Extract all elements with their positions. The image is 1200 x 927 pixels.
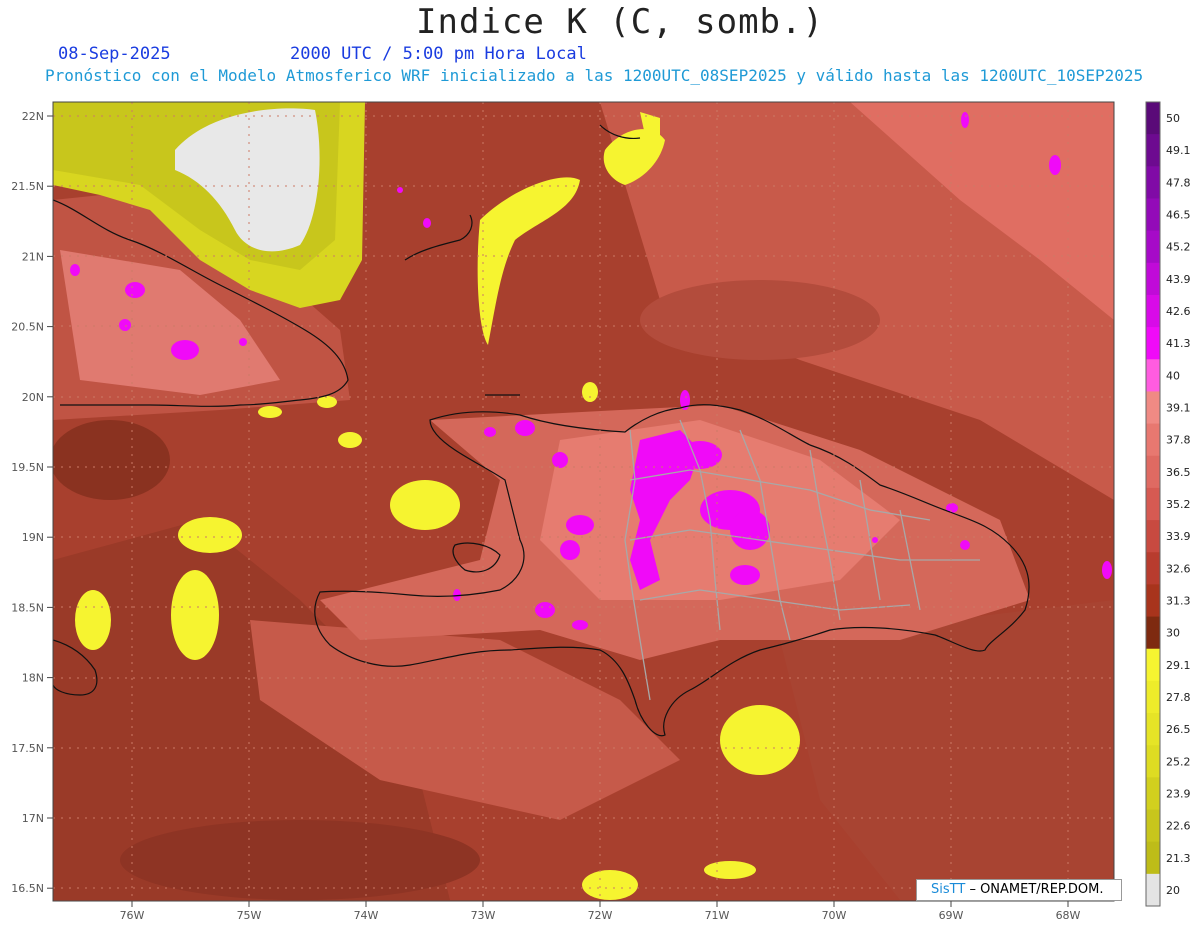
colorbar-label: 40 <box>1166 369 1180 382</box>
lat-label: 21N <box>22 250 44 263</box>
colorbar-label: 21.3 <box>1166 852 1191 865</box>
low-k-windward <box>390 480 460 530</box>
colorbar-label: 39.1 <box>1166 402 1191 415</box>
colorbar-swatch <box>1146 166 1160 199</box>
colorbar: 50 49.1 47.8 46.5 45.2 43.9 42.6 41.3 40 39.1 37.8… <box>1145 101 1191 907</box>
colorbar-swatch <box>1146 809 1160 843</box>
colorbar-swatch <box>1146 552 1160 585</box>
lon-label: 71W <box>705 909 730 922</box>
colorbar-label: 29.1 <box>1166 659 1191 672</box>
colorbar-label: 45.2 <box>1166 241 1191 254</box>
colorbar-swatch <box>1146 102 1160 135</box>
colorbar-swatch <box>1146 230 1160 264</box>
low-k-small-1 <box>338 432 362 448</box>
colorbar-swatch <box>1146 648 1160 682</box>
colorbar-swatch <box>1146 262 1160 296</box>
lon-label: 73W <box>471 909 496 922</box>
colorbar-swatch <box>1146 294 1160 328</box>
colorbar-swatch <box>1146 777 1160 811</box>
colorbar-label: 27.8 <box>1166 691 1191 704</box>
latitude-axis: 22N 21.5N 21N 20.5N 20N 19.5N 19N 18.5N 18N 17.5N… <box>11 110 53 895</box>
low-k-west <box>171 570 219 660</box>
colorbar-label: 36.5 <box>1166 466 1191 479</box>
lon-label: 76W <box>120 909 145 922</box>
low-k-westedge <box>75 590 111 650</box>
colorbar-swatch <box>1146 391 1160 425</box>
lat-label: 19.5N <box>11 461 44 474</box>
field-dark-central <box>640 280 880 360</box>
colorbar-label: 35.2 <box>1166 498 1191 511</box>
lon-label: 68W <box>1056 909 1081 922</box>
longitude-axis: 76W 75W 74W 73W 72W 71W 70W 69W 68W <box>120 901 1081 922</box>
colorbar-swatch <box>1146 455 1160 489</box>
colorbar-swatch <box>1146 520 1160 553</box>
lon-label: 69W <box>939 909 964 922</box>
lat-label: 22N <box>22 110 44 123</box>
colorbar-label: 26.5 <box>1166 723 1191 736</box>
colorbar-swatch <box>1146 713 1160 746</box>
lon-label: 72W <box>588 909 613 922</box>
colorbar-label: 46.5 <box>1166 209 1191 222</box>
colorbar-label: 23.9 <box>1166 787 1191 800</box>
colorbar-swatch <box>1146 841 1160 875</box>
colorbar-swatch <box>1146 680 1160 714</box>
lat-label: 17N <box>22 812 44 825</box>
lat-label: 20N <box>22 391 44 404</box>
low-k-small-3 <box>317 396 337 408</box>
credit-brand: SisTT <box>931 882 966 897</box>
colorbar-label: 33.9 <box>1166 530 1191 543</box>
map-plot-area <box>53 102 1114 901</box>
lon-label: 75W <box>237 909 262 922</box>
low-k-bottom-2 <box>704 861 756 879</box>
lat-label: 20.5N <box>11 321 44 334</box>
low-k-small-4 <box>582 382 598 402</box>
lat-label: 19N <box>22 531 44 544</box>
colorbar-label: 32.6 <box>1166 562 1191 575</box>
colorbar-label: 20 <box>1166 884 1180 897</box>
k-index-map: 22N 21.5N 21N 20.5N 20N 19.5N 19N 18.5N 18N 17.5N… <box>11 101 1191 922</box>
lon-label: 74W <box>354 909 379 922</box>
lat-label: 18N <box>22 672 44 685</box>
field-dark-west <box>53 420 170 500</box>
colorbar-label: 22.6 <box>1166 820 1191 833</box>
lat-label: 16.5N <box>11 882 44 895</box>
colorbar-label: 49.1 <box>1166 144 1191 157</box>
colorbar-swatch <box>1146 198 1160 232</box>
colorbar-label: 31.3 <box>1166 594 1191 607</box>
credit-org: – ONAMET/REP.DOM. <box>969 882 1104 897</box>
lat-label: 21.5N <box>11 180 44 193</box>
low-k-bottom-1 <box>582 870 638 900</box>
lat-label: 18.5N <box>11 601 44 614</box>
colorbar-swatch <box>1146 616 1160 650</box>
credit-box: SisTT – ONAMET/REP.DOM. <box>916 879 1122 901</box>
low-k-jamaica-north <box>178 517 242 553</box>
colorbar-swatch <box>1146 359 1160 392</box>
colorbar-swatch <box>1146 134 1160 167</box>
colorbar-swatch <box>1146 584 1160 618</box>
lat-label: 17.5N <box>11 742 44 755</box>
colorbar-label: 41.3 <box>1166 337 1191 350</box>
low-k-small-2 <box>258 406 282 418</box>
colorbar-label: 42.6 <box>1166 305 1191 318</box>
colorbar-swatch <box>1146 327 1160 360</box>
colorbar-label: 25.2 <box>1166 755 1191 768</box>
colorbar-swatch <box>1146 745 1160 778</box>
colorbar-swatch <box>1146 423 1160 457</box>
colorbar-label: 47.8 <box>1166 176 1191 189</box>
colorbar-label: 37.8 <box>1166 434 1191 447</box>
colorbar-label: 43.9 <box>1166 273 1191 286</box>
colorbar-label: 50 <box>1166 112 1180 125</box>
low-k-south <box>720 705 800 775</box>
colorbar-label: 30 <box>1166 627 1180 640</box>
colorbar-swatch <box>1146 487 1160 521</box>
lon-label: 70W <box>822 909 847 922</box>
colorbar-swatch <box>1146 873 1160 907</box>
